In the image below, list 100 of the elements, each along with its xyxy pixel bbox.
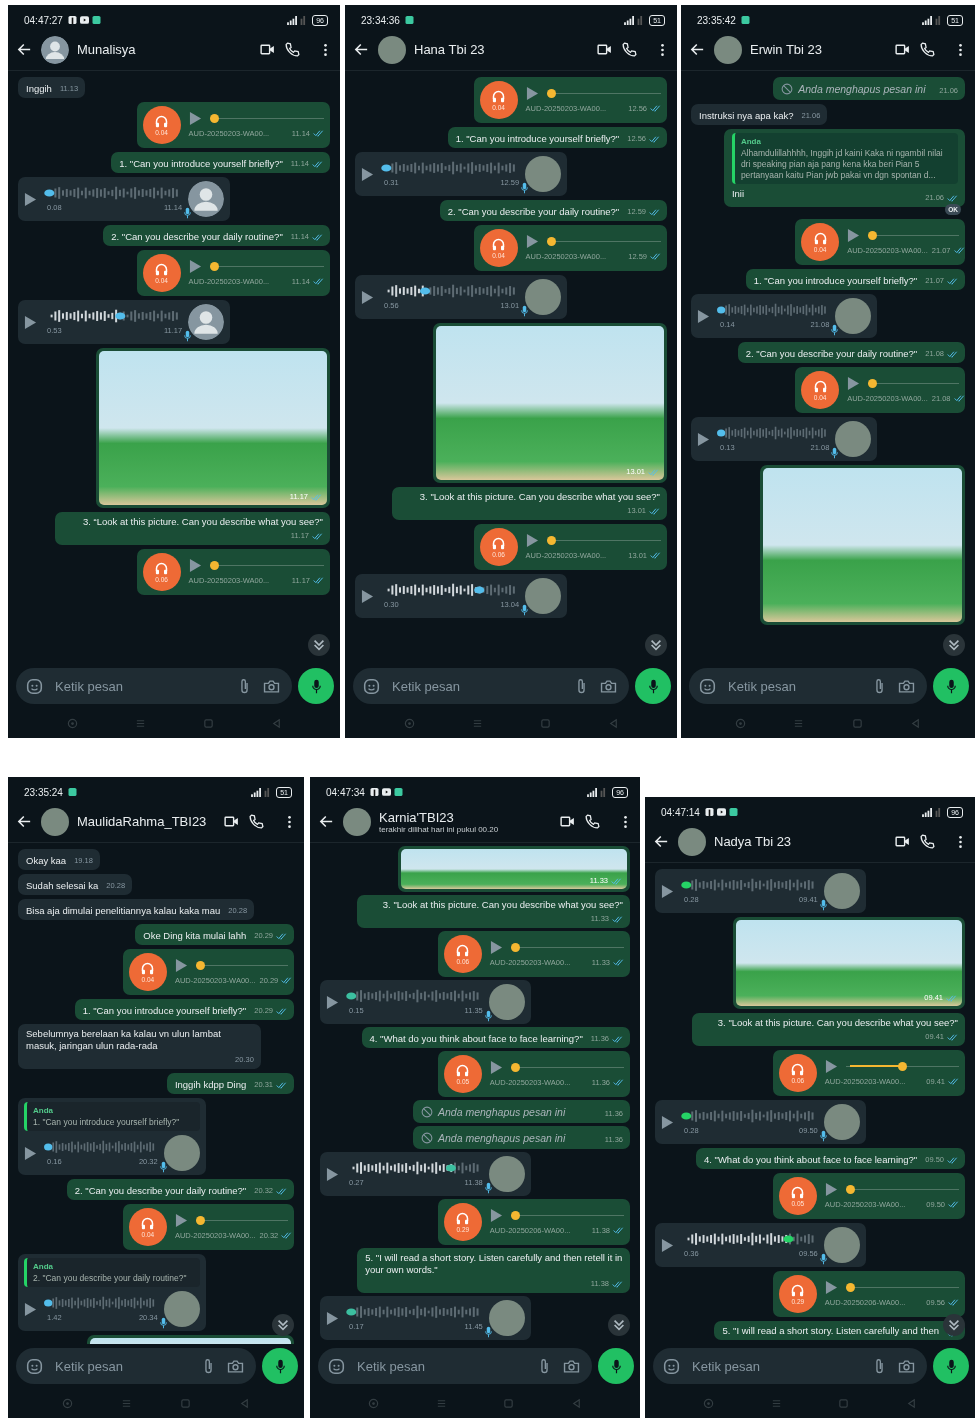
play-icon[interactable] — [525, 85, 539, 101]
voice-waveform[interactable] — [50, 309, 178, 323]
scroll-down-button[interactable] — [943, 634, 965, 656]
seek-thumb[interactable] — [868, 378, 878, 388]
play-icon[interactable] — [697, 308, 710, 324]
seek-thumb[interactable] — [783, 1235, 794, 1243]
play-icon[interactable] — [174, 1212, 188, 1228]
play-icon[interactable] — [361, 166, 374, 182]
scroll-down-button[interactable] — [272, 1314, 294, 1336]
seek-thumb[interactable] — [510, 942, 520, 952]
more-options-icon[interactable] — [323, 41, 328, 58]
phone-icon[interactable] — [919, 41, 936, 58]
seek-thumb[interactable] — [546, 88, 556, 98]
play-icon[interactable] — [489, 939, 503, 955]
more-options-icon[interactable] — [623, 813, 628, 830]
back-arrow-icon[interactable] — [318, 813, 335, 830]
play-icon[interactable] — [361, 588, 374, 604]
play-icon[interactable] — [697, 431, 710, 447]
sticker-icon[interactable] — [26, 677, 43, 695]
camera-icon[interactable] — [563, 1357, 580, 1375]
back-arrow-icon[interactable] — [653, 833, 670, 850]
seek-thumb[interactable] — [209, 560, 219, 570]
play-icon[interactable] — [661, 1237, 674, 1253]
camera-icon[interactable] — [898, 1357, 915, 1375]
play-icon[interactable] — [24, 191, 37, 207]
play-icon[interactable] — [188, 557, 202, 573]
seek-thumb[interactable] — [346, 1308, 357, 1316]
scroll-down-button[interactable] — [608, 1314, 630, 1336]
seek-thumb[interactable] — [510, 1210, 520, 1220]
message-field[interactable]: Ketik pesan — [355, 1357, 526, 1375]
contact-name[interactable]: Nadya Tbi 23 — [714, 834, 886, 849]
voice-record-button[interactable] — [262, 1348, 298, 1384]
play-icon[interactable] — [525, 532, 539, 548]
scroll-down-button[interactable] — [645, 634, 667, 656]
play-icon[interactable] — [174, 957, 188, 973]
voice-waveform[interactable] — [687, 1232, 814, 1246]
play-icon[interactable] — [489, 1059, 503, 1075]
scroll-down-button[interactable] — [308, 634, 330, 656]
message-field[interactable]: Ketik pesan — [53, 1357, 190, 1375]
voice-waveform[interactable] — [387, 583, 515, 597]
scroll-down-button[interactable] — [943, 1314, 965, 1336]
camera-icon[interactable] — [898, 677, 915, 695]
seek-thumb[interactable] — [898, 1061, 908, 1071]
more-options-icon[interactable] — [958, 41, 963, 58]
voice-waveform[interactable] — [387, 284, 515, 298]
sticker-icon[interactable] — [663, 1357, 680, 1375]
contact-name[interactable]: Karnia'TBI23 — [379, 809, 551, 825]
seek-thumb[interactable] — [346, 992, 357, 1000]
seek-thumb[interactable] — [381, 164, 392, 172]
message-field[interactable]: Ketik pesan — [726, 677, 861, 695]
message-input[interactable]: Ketik pesan — [653, 1348, 927, 1384]
play-icon[interactable] — [361, 289, 374, 305]
back-arrow-icon[interactable] — [16, 41, 33, 58]
voice-record-button[interactable] — [298, 668, 334, 704]
seek-thumb[interactable] — [546, 535, 556, 545]
seek-thumb[interactable] — [546, 236, 556, 246]
play-icon[interactable] — [24, 1145, 37, 1161]
seek-thumb[interactable] — [845, 1184, 855, 1194]
seek-thumb[interactable] — [845, 1282, 855, 1292]
play-icon[interactable] — [847, 375, 861, 391]
message-field[interactable]: Ketik pesan — [390, 677, 563, 695]
seek-thumb[interactable] — [115, 312, 126, 320]
voice-record-button[interactable] — [933, 1348, 969, 1384]
seek-thumb[interactable] — [209, 261, 219, 271]
back-arrow-icon[interactable] — [16, 813, 33, 830]
play-icon[interactable] — [326, 994, 339, 1010]
message-field[interactable]: Ketik pesan — [690, 1357, 861, 1375]
seek-thumb[interactable] — [445, 1164, 456, 1172]
play-icon[interactable] — [326, 1310, 339, 1326]
seek-thumb[interactable] — [420, 287, 431, 295]
seek-thumb[interactable] — [44, 1143, 53, 1151]
more-options-icon[interactable] — [660, 41, 665, 58]
message-input[interactable]: Ketik pesan — [689, 668, 927, 704]
play-icon[interactable] — [824, 1279, 838, 1295]
play-icon[interactable] — [661, 883, 674, 899]
seek-thumb[interactable] — [44, 1299, 53, 1307]
message-input[interactable]: Ketik pesan — [16, 1348, 256, 1384]
message-input[interactable]: Ketik pesan — [16, 668, 292, 704]
voice-record-button[interactable] — [933, 668, 969, 704]
contact-name[interactable]: Erwin Tbi 23 — [750, 42, 886, 57]
voice-record-button[interactable] — [635, 668, 671, 704]
seek-thumb[interactable] — [717, 429, 726, 437]
sticker-icon[interactable] — [328, 1357, 345, 1375]
play-icon[interactable] — [188, 110, 202, 126]
camera-icon[interactable] — [263, 677, 280, 695]
seek-thumb[interactable] — [868, 230, 878, 240]
message-input[interactable]: Ketik pesan — [353, 668, 629, 704]
message-field[interactable]: Ketik pesan — [53, 677, 226, 695]
message-input[interactable]: Ketik pesan — [318, 1348, 592, 1384]
seek-thumb[interactable] — [195, 960, 205, 970]
contact-name[interactable]: Munalisya — [77, 42, 251, 57]
play-icon[interactable] — [24, 1301, 37, 1317]
phone-icon[interactable] — [919, 833, 936, 850]
play-icon[interactable] — [489, 1207, 503, 1223]
back-arrow-icon[interactable] — [689, 41, 706, 58]
play-icon[interactable] — [525, 233, 539, 249]
voice-waveform[interactable] — [352, 1161, 479, 1175]
play-icon[interactable] — [824, 1058, 838, 1074]
play-icon[interactable] — [326, 1166, 339, 1182]
sticker-icon[interactable] — [699, 677, 716, 695]
